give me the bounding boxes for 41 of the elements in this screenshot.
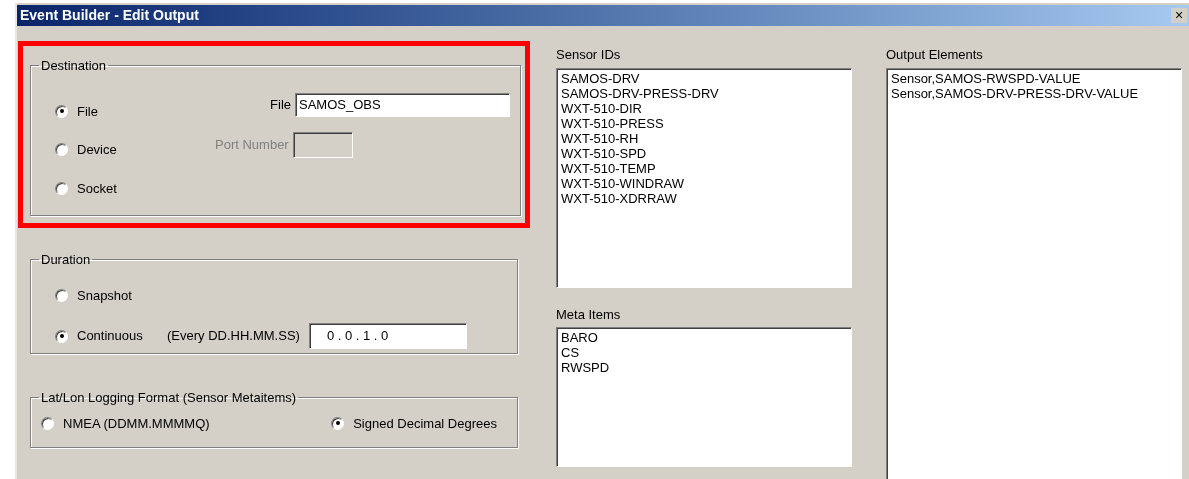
list-item[interactable]: WXT-510-DIR <box>561 100 642 116</box>
field-label: File <box>270 95 291 114</box>
list-item[interactable]: WXT-510-XDRRAW <box>561 190 677 206</box>
list-title: Sensor IDs <box>556 46 622 64</box>
radio-button[interactable] <box>55 288 68 302</box>
radio-button[interactable] <box>41 416 54 430</box>
group-title: Lat/Lon Logging Format (Sensor Metaitems) <box>40 389 298 407</box>
list-item[interactable]: WXT-510-PRESS <box>561 115 664 131</box>
radio-label: Device <box>77 141 117 159</box>
radio-button[interactable] <box>55 143 68 157</box>
radio-label: Socket <box>77 179 117 198</box>
radio-label: Continuous <box>77 327 143 346</box>
close-button[interactable]: × <box>1171 8 1187 23</box>
list-item[interactable]: Sensor,SAMOS-DRV-PRESS-DRV-VALUE <box>891 85 1139 101</box>
group-title: Duration <box>40 251 92 269</box>
list-item[interactable]: WXT-510-WINDRAW <box>561 175 685 191</box>
list-item[interactable]: WXT-510-RH <box>561 130 639 146</box>
radio-button[interactable] <box>55 181 68 195</box>
radio-label: Snapshot <box>77 286 132 305</box>
list-title: Output Elements <box>886 46 984 64</box>
list-box[interactable]: Sensor,SAMOS-RWSPD-VALUE Sensor,SAMOS-DRV-PRESS-DRV-VALUE <box>886 67 1182 479</box>
list-item[interactable]: CS <box>561 345 580 360</box>
field-label: (Every DD.HH.MM.SS) <box>167 327 300 346</box>
list-item[interactable]: SAMOS-DRV-PRESS-DRV <box>561 85 719 101</box>
field-label: Port Number <box>215 135 289 154</box>
list-item[interactable]: BARO <box>561 330 598 345</box>
list-item[interactable]: WXT-510-TEMP <box>561 160 656 176</box>
list-item[interactable]: RWSPD <box>561 360 610 375</box>
group-title: Destination <box>40 57 108 75</box>
list-item[interactable]: WXT-510-SPD <box>561 145 647 161</box>
list-title: Meta Items <box>556 305 622 324</box>
list-box[interactable]: SAMOS-DRV SAMOS-DRV-PRESS-DRV WXT-510-DIR WXT-510-PRESS WXT-510-RH WXT-510-SPD WXT-510-TEMP WXT-510-WINDRAW WXT-510-XDRRAW <box>556 67 852 288</box>
interval-field[interactable]: 0 . 0 . 1 . 0 <box>308 323 467 349</box>
list-box[interactable]: BARO CS RWSPD <box>556 327 852 467</box>
radio-label: NMEA (DDMM.MMMMQ) <box>63 414 210 433</box>
radio-label: File <box>77 102 98 121</box>
radio-label: Signed Decimal Degrees <box>353 414 497 433</box>
window-title: Event Builder - Edit Output <box>20 6 199 25</box>
list-item[interactable]: SAMOS-DRV <box>561 70 640 86</box>
list-item[interactable]: Sensor,SAMOS-RWSPD-VALUE <box>891 70 1081 86</box>
file-name-field[interactable]: SAMOS_OBS <box>295 92 510 117</box>
